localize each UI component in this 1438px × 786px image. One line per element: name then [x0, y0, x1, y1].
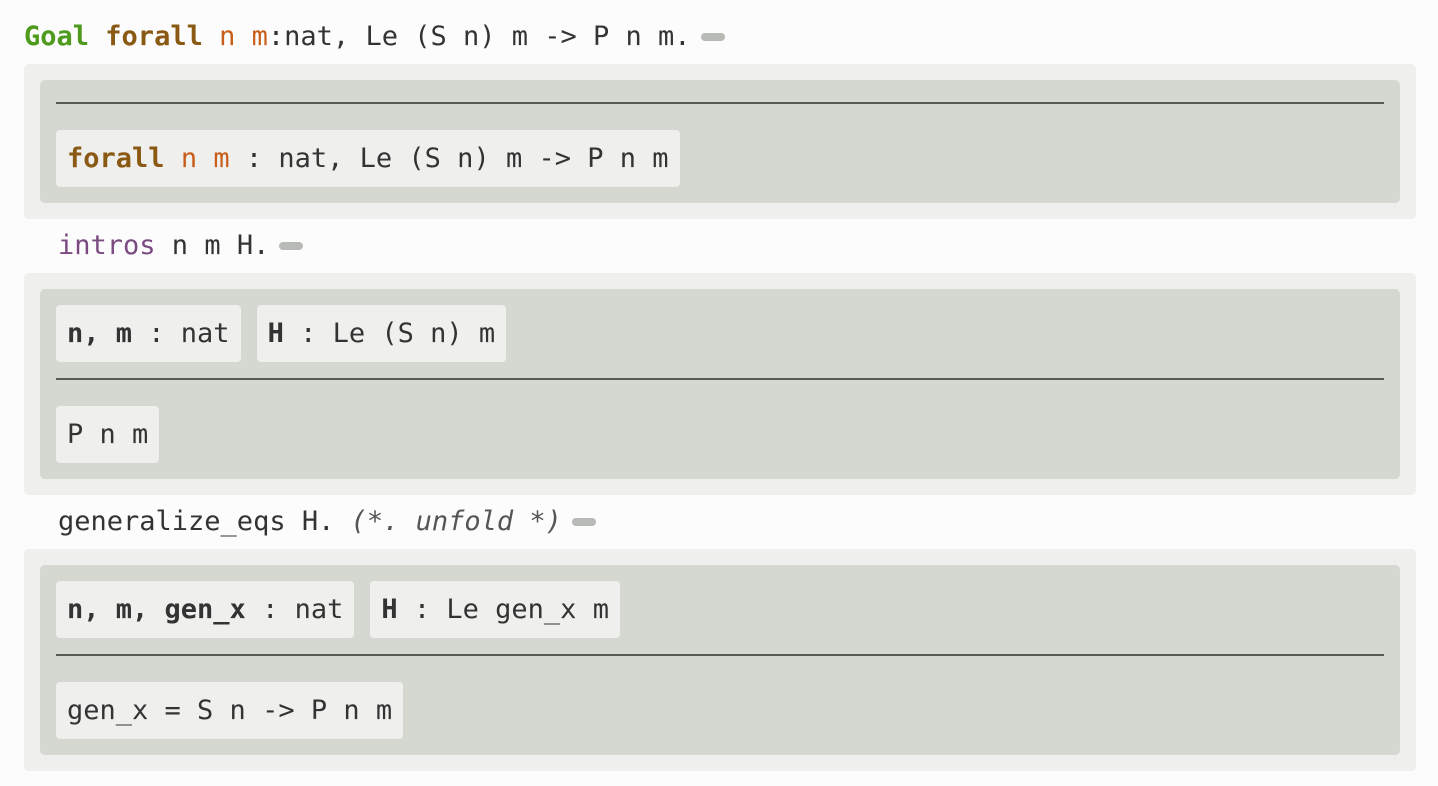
collapse-toggle-icon[interactable]	[571, 518, 596, 526]
tactic-args: n m H.	[155, 230, 270, 261]
goal-box-2: n, m : nat H : Le (S n) m P n m	[40, 289, 1400, 479]
collapse-toggle-icon[interactable]	[279, 242, 304, 250]
goal-separator	[56, 102, 1384, 104]
goal-statement: :nat, Le (S n) m -> P n m.	[267, 21, 691, 52]
goal-conclusion: forall n m : nat, Le (S n) m -> P n m	[56, 130, 680, 187]
goal-sentence[interactable]: Goal forall n m:nat, Le (S n) m -> P n m…	[24, 10, 1416, 64]
goal-separator	[56, 378, 1384, 380]
goal-separator	[56, 654, 1384, 656]
tactic-intros: intros	[58, 230, 156, 261]
goal-output-2: n, m : nat H : Le (S n) m P n m	[24, 273, 1416, 495]
hypothesis: n, m, gen_x : nat	[56, 581, 355, 638]
hypotheses: n, m : nat H : Le (S n) m	[56, 305, 1384, 362]
goal-box-3: n, m, gen_x : nat H : Le gen_x m gen_x =…	[40, 565, 1400, 755]
comment: (*. unfold *)	[350, 506, 562, 537]
forall-keyword: forall	[105, 21, 203, 52]
goal-conclusion: P n m	[56, 406, 160, 463]
goal-box-1: forall n m : nat, Le (S n) m -> P n m	[40, 80, 1400, 203]
generalize-sentence[interactable]: generalize_eqs H. (*. unfold *)	[24, 495, 1416, 549]
goal-output-1: forall n m : nat, Le (S n) m -> P n m	[24, 64, 1416, 219]
hypothesis: n, m : nat	[56, 305, 241, 362]
collapse-toggle-icon[interactable]	[700, 33, 725, 41]
proof-document: Goal forall n m:nat, Le (S n) m -> P n m…	[0, 10, 1416, 771]
hypothesis: H : Le (S n) m	[256, 305, 507, 362]
goal-conclusion: gen_x = S n -> P n m	[56, 682, 404, 739]
hypotheses: n, m, gen_x : nat H : Le gen_x m	[56, 581, 1384, 638]
hypothesis: H : Le gen_x m	[370, 581, 620, 638]
intros-sentence[interactable]: intros n m H.	[24, 219, 1416, 273]
goal-output-3: n, m, gen_x : nat H : Le gen_x m gen_x =…	[24, 549, 1416, 771]
tactic-generalize-eqs: generalize_eqs H.	[58, 506, 351, 537]
binder-m: m	[251, 21, 268, 52]
binder-n: n	[219, 21, 236, 52]
goal-keyword: Goal	[24, 21, 90, 52]
